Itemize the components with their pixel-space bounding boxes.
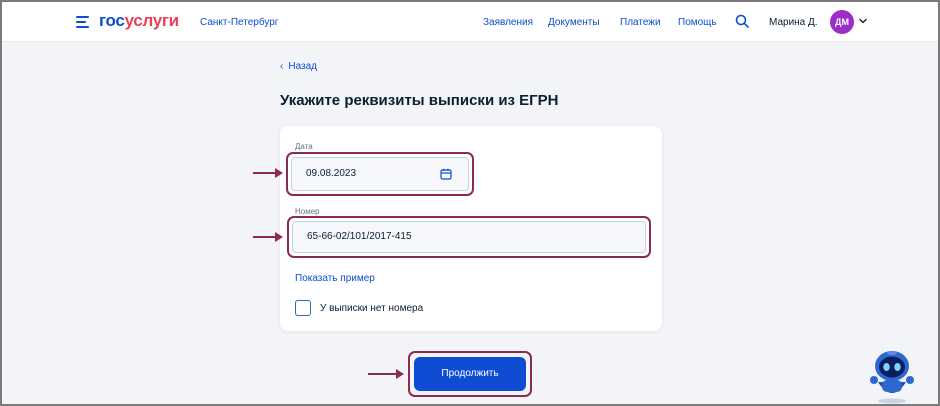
search-icon[interactable] (735, 14, 749, 28)
arrow-right-icon (253, 168, 283, 178)
page-title: Укажите реквизиты выписки из ЕГРН (280, 92, 559, 109)
nav-applications[interactable]: Заявления (483, 16, 533, 29)
date-field-highlight (286, 152, 474, 196)
user-name[interactable]: Марина Д. (769, 16, 818, 29)
screenshot-frame: госуслуги Санкт-Петербург Заявления Доку… (0, 0, 940, 406)
arrow-right-icon (253, 232, 283, 242)
logo-part-uslugi: услуги (124, 11, 180, 30)
region-selector[interactable]: Санкт-Петербург (200, 16, 278, 29)
logo-part-gos: гос (99, 11, 125, 30)
nav-payments[interactable]: Платежи (620, 16, 661, 29)
nav-documents[interactable]: Документы (548, 16, 600, 29)
date-field-label: Дата (295, 142, 313, 151)
top-header: госуслуги Санкт-Петербург Заявления Доку… (2, 2, 938, 42)
chevron-left-icon: ‹ (280, 61, 284, 72)
robot-assistant-icon[interactable] (868, 346, 916, 404)
continue-button-highlight (408, 351, 532, 397)
avatar[interactable]: ДМ (830, 10, 854, 34)
back-link-label: Назад (288, 61, 317, 72)
no-number-label: У выписки нет номера (320, 303, 424, 314)
gosuslugi-logo[interactable]: госуслуги (99, 11, 179, 31)
show-example-link[interactable]: Показать пример (295, 272, 375, 285)
nav-help[interactable]: Помощь (678, 16, 717, 29)
number-field-highlight (287, 216, 651, 258)
back-link[interactable]: ‹ Назад (280, 60, 317, 73)
chevron-down-icon[interactable] (858, 16, 868, 26)
arrow-right-icon (368, 369, 404, 379)
menu-icon[interactable] (76, 16, 90, 28)
no-number-checkbox[interactable] (295, 300, 311, 316)
